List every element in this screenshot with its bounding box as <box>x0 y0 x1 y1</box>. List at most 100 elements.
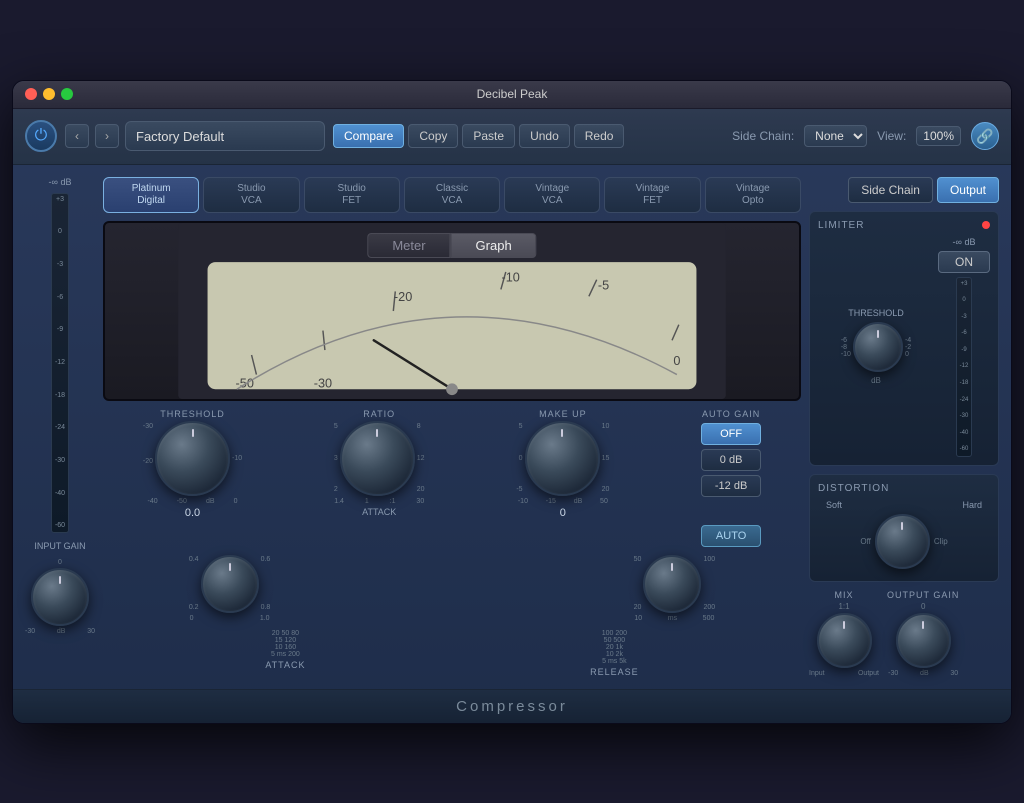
limiter-title: LIMITER <box>818 220 864 231</box>
makeup-scale-right: 10 15 20 <box>602 423 610 493</box>
link-button[interactable]: 🔗 <box>971 122 999 150</box>
preset-prev-button[interactable]: ‹ <box>65 124 89 148</box>
tab-studio-fet[interactable]: StudioFET <box>304 177 400 213</box>
tab-vintage-vca[interactable]: VintageVCA <box>504 177 600 213</box>
distortion-soft-hard: Soft Hard <box>818 500 990 510</box>
ratio-group: RATIO 5 3 2 8 12 20 <box>334 409 425 517</box>
tab-studio-vca[interactable]: StudioVCA <box>203 177 299 213</box>
limiter-threshold-knob[interactable] <box>853 322 903 372</box>
attack-label-group: 20 50 80 15 120 10 160 5 ms 200 ATTACK <box>265 630 305 677</box>
vu-mark-0: 0 <box>58 228 62 235</box>
tab-classic-vca[interactable]: ClassicVCA <box>404 177 500 213</box>
svg-text:-20: -20 <box>394 289 412 304</box>
attack-knob[interactable] <box>201 555 259 613</box>
mix-group: MIX 1:1 Input Output <box>809 590 879 677</box>
release-label-group: 100 200 50 500 20 1k 10 2k 5 ms 5k RELEA… <box>590 630 639 677</box>
preset-selector[interactable]: Factory Default <box>125 121 325 151</box>
undo-button[interactable]: Undo <box>519 124 570 148</box>
meter-display: Meter Graph -5 0 -30 <box>103 221 801 401</box>
makeup-knob[interactable] <box>525 421 600 496</box>
attack-scale-right: 0.6 0.8 <box>261 556 271 611</box>
svg-text:0: 0 <box>673 352 680 367</box>
ratio-scale-bottom: 1.4 1 :1 30 <box>334 498 424 505</box>
limiter-red-dot <box>982 221 990 229</box>
threshold-group: THRESHOLD -30 -20 -10 <box>143 409 242 519</box>
release-knob[interactable] <box>643 555 701 613</box>
right-panel: Side Chain Output LIMITER THRESHOLD -6-8… <box>809 177 999 677</box>
toolbar-left: ⏻ ‹ › Factory Default Compare Copy Paste… <box>25 120 624 152</box>
center-panel: PlatinumDigital StudioVCA StudioFET Clas… <box>103 177 801 677</box>
auto-gain-12db-button[interactable]: -12 dB <box>701 475 761 497</box>
tab-vintage-fet[interactable]: VintageFET <box>604 177 700 213</box>
threshold-knob[interactable] <box>155 421 230 496</box>
release-group: 50 20 100 200 10 ms <box>634 555 715 622</box>
meter-tab-graph[interactable]: Graph <box>451 233 537 258</box>
attack-group: 0.4 0.2 0.6 0.8 0 1.0 <box>189 555 270 622</box>
mix-knob[interactable] <box>817 613 872 668</box>
svg-text:-5: -5 <box>598 277 609 292</box>
ratio-knob[interactable] <box>340 421 415 496</box>
vu-mark-24: -24 <box>55 424 65 431</box>
view-label: View: <box>877 129 906 143</box>
view-percent: 100% <box>916 126 961 146</box>
output-button[interactable]: Output <box>937 177 999 203</box>
output-gain-range: -30 dB 30 <box>888 670 958 677</box>
attack-scale-bottom: 0 1.0 <box>190 615 270 622</box>
attack-release-labels: 20 50 80 15 120 10 160 5 ms 200 ATTACK 1… <box>103 630 801 677</box>
preset-next-button[interactable]: › <box>95 124 119 148</box>
auto-gain-auto-button[interactable]: AUTO <box>701 525 761 547</box>
distortion-knob[interactable] <box>875 514 930 569</box>
vu-mark-3: +3 <box>56 196 64 203</box>
vu-mark-9: -9 <box>57 326 63 333</box>
distortion-off-label: Off <box>860 537 871 546</box>
attack-label: ATTACK <box>362 507 396 517</box>
release-scale-bottom: 10 ms 500 <box>634 615 714 622</box>
auto-gain-off-button[interactable]: OFF <box>701 423 761 445</box>
makeup-group: MAKE UP 5 0 -5 10 15 20 <box>516 409 609 519</box>
mix-ratio-label: 1:1 <box>838 602 849 611</box>
output-gain-knob[interactable] <box>896 613 951 668</box>
makeup-knob-row: 5 0 -5 10 15 20 <box>516 421 609 496</box>
attack-release-row: 0.4 0.2 0.6 0.8 0 1.0 <box>103 555 801 622</box>
tab-vintage-opto[interactable]: VintageOpto <box>705 177 801 213</box>
vu-mark-6: -6 <box>57 294 63 301</box>
left-vu-meter: +3 0 -3 -6 -9 -12 -18 -24 -30 -40 -60 <box>51 193 69 533</box>
release-bottom-label: RELEASE <box>590 667 639 677</box>
distortion-knob-row: Off Clip <box>818 514 990 569</box>
tab-platinum-digital[interactable]: PlatinumDigital <box>103 177 199 213</box>
toolbar-buttons: Compare Copy Paste Undo Redo <box>333 124 624 148</box>
power-button[interactable]: ⏻ <box>25 120 57 152</box>
makeup-label: MAKE UP <box>539 409 587 419</box>
paste-button[interactable]: Paste <box>462 124 515 148</box>
makeup-value: 0 <box>560 507 566 519</box>
redo-button[interactable]: Redo <box>574 124 625 148</box>
sidechain-label: Side Chain: <box>732 129 794 143</box>
output-gain-label: OUTPUT GAIN <box>887 590 959 600</box>
minimize-button[interactable] <box>43 88 55 100</box>
mix-labels: Input Output <box>809 670 879 677</box>
maximize-button[interactable] <box>61 88 73 100</box>
input-gain-knob[interactable] <box>31 568 89 626</box>
limiter-on-button[interactable]: ON <box>938 251 990 273</box>
side-chain-button[interactable]: Side Chain <box>848 177 933 203</box>
distortion-clip-label: Clip <box>934 537 948 546</box>
limiter-threshold-area: THRESHOLD -6-8-10 -4-20 dB <box>818 308 934 385</box>
ratio-scale-left: 5 3 2 <box>334 423 338 493</box>
controls-row: THRESHOLD -30 -20 -10 <box>103 409 801 547</box>
svg-text:-10: -10 <box>501 269 519 284</box>
threshold-scale-bottom: -40 -50 dB 0 <box>148 498 238 505</box>
copy-button[interactable]: Copy <box>408 124 458 148</box>
auto-gain-0db-button[interactable]: 0 dB <box>701 449 761 471</box>
compare-button[interactable]: Compare <box>333 124 404 148</box>
close-button[interactable] <box>25 88 37 100</box>
plugin-window: Decibel Peak ⏻ ‹ › Factory Default Compa… <box>12 80 1012 724</box>
input-gain-marks-top: 0 <box>58 559 62 566</box>
sidechain-selector[interactable]: None <box>804 125 867 147</box>
svg-text:-30: -30 <box>314 375 332 390</box>
auto-gain-label: AUTO GAIN <box>702 409 760 419</box>
plugin-tabs: PlatinumDigital StudioVCA StudioFET Clas… <box>103 177 801 213</box>
output-gain-group: OUTPUT GAIN 0 -30 dB 30 <box>887 590 959 677</box>
meter-tab-meter[interactable]: Meter <box>367 233 450 258</box>
threshold-value: 0.0 <box>185 507 200 519</box>
view-buttons: Side Chain Output <box>809 177 999 203</box>
